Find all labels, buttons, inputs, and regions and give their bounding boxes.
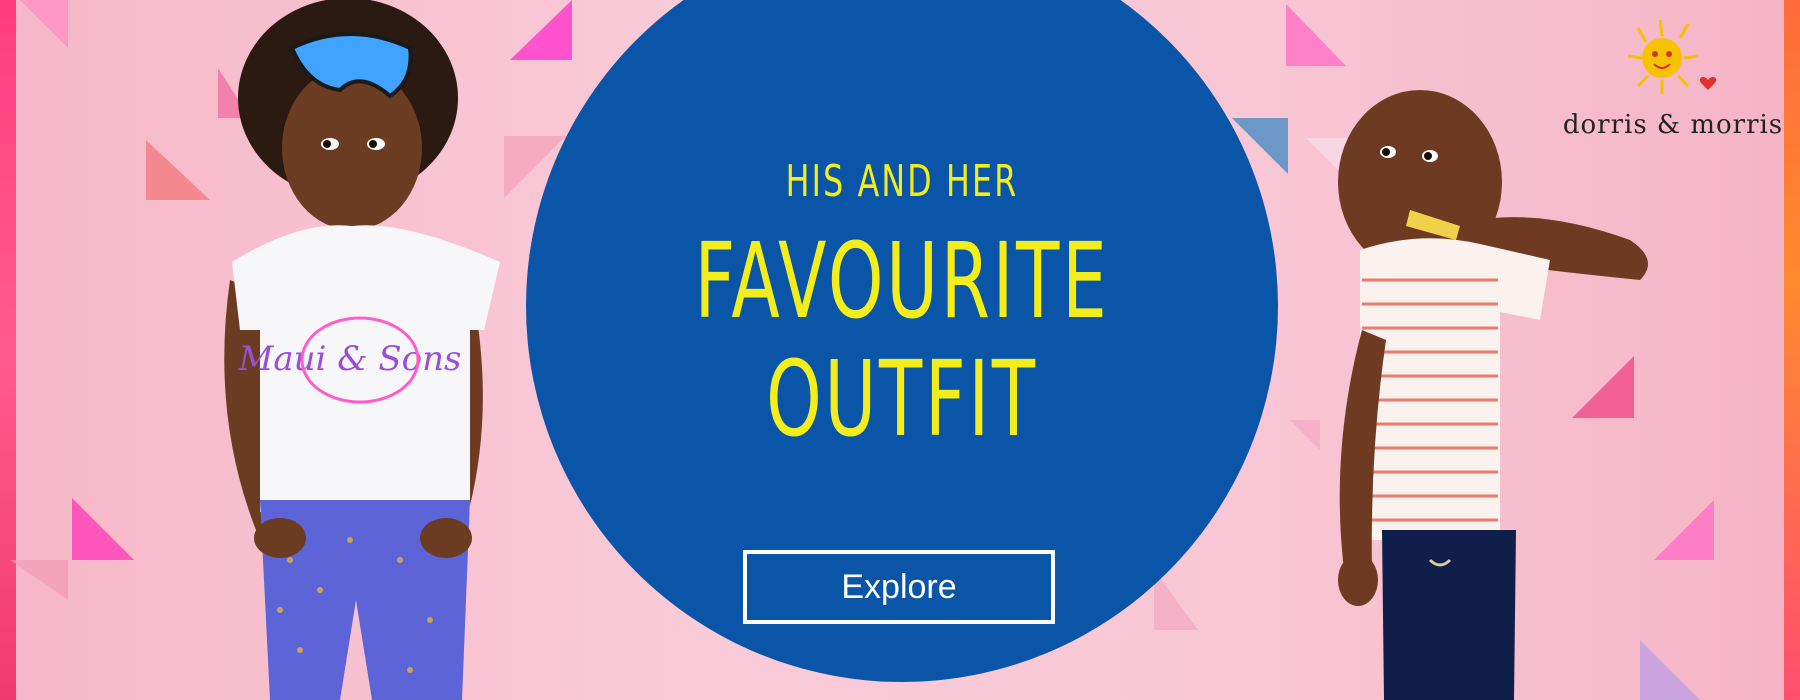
headline-line-1: FAVOURITE xyxy=(694,220,1110,342)
hero-banner: Maui & Sons HIS AND HER FAVOURITE OUTFIT… xyxy=(0,0,1800,700)
girl-pupil xyxy=(323,140,331,148)
explore-button[interactable]: Explore xyxy=(743,550,1055,624)
girl-model-image: Maui & Sons xyxy=(224,0,500,700)
headline-sub: HIS AND HER xyxy=(785,156,1019,207)
boy-hand xyxy=(1338,554,1378,606)
girl-hand xyxy=(420,518,472,558)
promo-headline: HIS AND HER FAVOURITE OUTFIT xyxy=(526,156,1278,460)
girl-hand xyxy=(254,518,306,558)
triangle-decor xyxy=(1286,4,1346,66)
brand-logo[interactable]: dorris & morris xyxy=(1558,14,1788,144)
shirt-print-text: Maui & Sons xyxy=(238,339,462,379)
triangle-decor xyxy=(72,498,134,560)
boy-pupil xyxy=(1382,148,1390,156)
girl-pupil xyxy=(369,140,377,148)
heart-icon xyxy=(1699,77,1717,90)
sun-icon xyxy=(1627,19,1717,94)
headline-line-2: OUTFIT xyxy=(766,338,1038,460)
triangle-decor xyxy=(1154,570,1198,630)
boy-model-image xyxy=(1338,90,1648,700)
triangle-decor xyxy=(20,0,68,48)
triangle-decor xyxy=(10,560,68,600)
girl-face xyxy=(282,66,422,230)
brand-logo-text: dorris & morris xyxy=(1562,110,1784,140)
boy-pupil xyxy=(1424,152,1432,160)
boy-navy-pants xyxy=(1382,530,1516,700)
